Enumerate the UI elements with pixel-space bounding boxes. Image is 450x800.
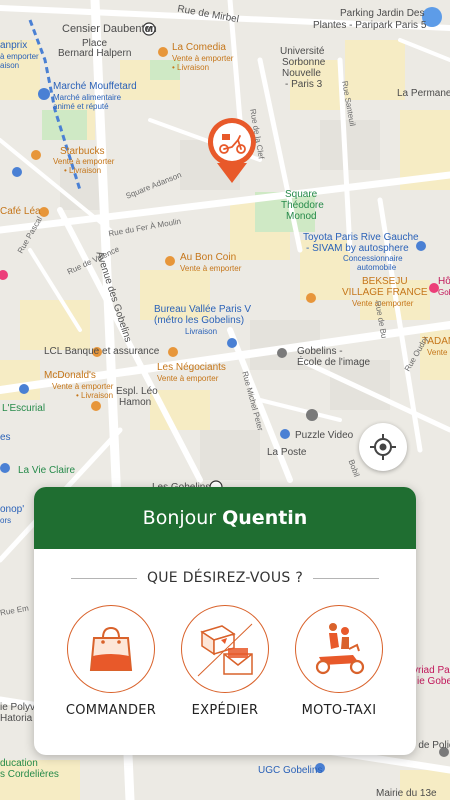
greeting-header: Bonjour Quentin: [34, 487, 416, 549]
question-text: QUE DÉSIREZ-VOUS ?: [146, 570, 304, 586]
map-label-parking2: Plantes - Paripark Paris 5: [313, 20, 427, 31]
map-label-toyota-sub: Concessionnaire: [343, 254, 403, 263]
locate-me-button[interactable]: [359, 423, 407, 471]
shopping-bag-icon: [89, 626, 133, 671]
expedier-button[interactable]: EXPÉDIER: [170, 605, 280, 718]
map-label-parking: Parking Jardin Des: [340, 8, 425, 19]
map-label-censier: Censier Daubenton: [62, 23, 157, 35]
map-label-tadam-sub: Vente à: [427, 348, 450, 357]
commander-label: COMMANDER: [65, 703, 157, 718]
map-label-lescurial: L'Escurial: [2, 403, 46, 414]
map-label-hotel2: Gob: [438, 288, 450, 297]
commander-circle[interactable]: [67, 605, 155, 693]
actions-row: COMMANDER EXPÉDIER MOTO-TAXI: [34, 605, 416, 735]
map-label-square2: Théodore: [281, 200, 324, 211]
map-label-square: Square: [285, 189, 318, 200]
map-label-univ4: - Paris 3: [285, 79, 323, 90]
map-label-es: es: [0, 432, 11, 443]
map-label-mairie: Mairie du 13e: [376, 788, 437, 799]
map-label-mcdonalds-sub: Vente à emporter: [52, 382, 114, 391]
map-label-starbucks-sub2: • Livraison: [64, 166, 102, 175]
map-label-lapermanence: La Permaner: [397, 88, 450, 99]
map-label-toyota: Toyota Paris Rive Gauche: [303, 232, 419, 243]
divider-left: [70, 577, 137, 579]
map-label-univ3: Nouvelle: [282, 68, 321, 79]
map-label-au-bon-coin: Au Bon Coin: [180, 252, 237, 263]
map-label-starbucks: Starbucks: [60, 146, 105, 157]
map-label-puzzle: Puzzle Video: [295, 430, 354, 441]
map-label-starbucks-sub: Vente à emporter: [53, 157, 115, 166]
map-label-la-comedia: La Comedia: [172, 42, 226, 53]
map-label-bureau2: (métro les Gobelins): [154, 315, 245, 326]
greeting-text: Bonjour: [142, 507, 217, 529]
map-label-les-negociants: Les Négociants: [157, 362, 226, 373]
map-label-la-comedia-sub2: • Livraison: [172, 63, 210, 72]
crosshair-icon: [370, 434, 396, 460]
map-label-ducation: ducation: [0, 758, 38, 769]
map-label-bureau: Bureau Vallée Paris V: [154, 304, 252, 315]
map-label-univ: Université: [280, 46, 325, 57]
map-label-myriad2: ie Gobel: [417, 676, 450, 687]
map-label-lcl: LCL Banque et assurance: [44, 346, 160, 357]
map-label-marche-sub: Marché alimentaire: [53, 93, 122, 102]
divider-right: [313, 577, 380, 579]
map-label-hotel: Hôt: [438, 276, 450, 287]
question-row: QUE DÉSIREZ-VOUS ?: [34, 567, 416, 589]
map-label-au-bon-coin-sub: Vente à emporter: [180, 264, 242, 273]
map-label-ugc: UGC Gobelins: [258, 765, 323, 776]
map-label-hatoria: Hatoria: [0, 713, 33, 724]
map-label-bekseju: BEKSEJU: [362, 276, 408, 287]
moto-taxi-label: MOTO-TAXI: [301, 703, 377, 718]
map-label-la-vie-claire: La Vie Claire: [18, 465, 76, 476]
map-label-police: u de Polic: [410, 740, 450, 751]
map-label-toyota2: - SIVAM by autosphere: [306, 243, 409, 254]
action-card: Bonjour Quentin QUE DÉSIREZ-VOUS ? COMMA…: [34, 487, 416, 755]
map-label-espl2: Hamon: [119, 397, 152, 408]
map-label-les-negociants-sub: Vente à emporter: [157, 374, 219, 383]
map-label-marche: Marché Mouffetard: [53, 81, 137, 92]
map-label-cordelieres: s Cordelières: [0, 769, 59, 780]
map-label-ors: ors: [0, 516, 12, 525]
map-label-bureau-sub: Livraison: [185, 327, 218, 336]
map-label-square3: Monod: [286, 211, 317, 222]
map-label-bekseju2: VILLAGE FRANCE: [342, 287, 428, 298]
map-label-la-poste: La Poste: [267, 447, 307, 458]
parcel-envelope-icon: [197, 623, 253, 677]
map-label-gobelins2: École de l'image: [297, 357, 371, 368]
user-name: Quentin: [222, 507, 308, 529]
map-label-myriad: yriad Pa: [413, 665, 450, 676]
map-label-mcdonalds: McDonald's: [44, 370, 96, 381]
map-label-marche-sub2: animé et réputé: [53, 102, 109, 111]
expedier-label: EXPÉDIER: [191, 703, 259, 718]
map-label-univ2: Sorbonne: [282, 57, 326, 68]
map-label-anprix: anprix: [0, 40, 28, 51]
map-label-gobelins: Gobelins -: [297, 346, 343, 357]
map-label-anprix-sub2: aison: [0, 61, 20, 70]
map-label-toyota-sub2: automobile: [357, 263, 397, 272]
expedier-circle[interactable]: [181, 605, 269, 693]
moto-taxi-button[interactable]: MOTO-TAXI: [284, 605, 394, 718]
moto-taxi-icon: [315, 623, 365, 675]
commander-button[interactable]: COMMANDER: [56, 605, 166, 718]
moto-taxi-circle[interactable]: [295, 605, 383, 693]
map-label-espl: Espl. Léo: [116, 386, 158, 397]
map-label-mcdonalds-sub2: • Livraison: [76, 391, 114, 400]
map-label-onop: onop': [0, 504, 25, 515]
map-label-anprix-sub: à emporter: [0, 52, 39, 61]
map-label-la-comedia-sub: Vente à emporter: [172, 54, 234, 63]
map-label-place2: Bernard Halpern: [58, 48, 132, 59]
